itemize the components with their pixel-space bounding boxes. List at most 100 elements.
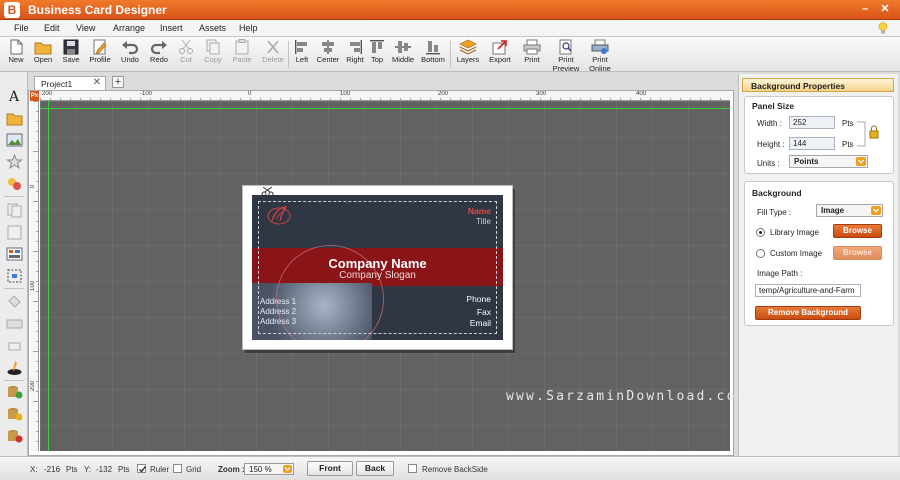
delete-button[interactable]: Delete [258,39,288,71]
scissors-icon [179,39,193,54]
remove-background-button[interactable]: Remove Background [755,306,861,320]
svg-text:A: A [8,89,20,104]
menu-file[interactable]: File [14,23,29,33]
grid-checkbox[interactable] [173,464,182,473]
front-side-button[interactable]: Front [307,461,353,476]
tab-project1[interactable]: Project1 ✕ [34,76,106,90]
card-company-name[interactable]: Company Name [252,256,503,271]
horizontal-ruler: 200 -100 0 100 200 300 400 [40,91,730,101]
ruler-label: 0 [248,91,252,97]
card-fax-text[interactable]: Fax [477,307,491,317]
print-online-button[interactable]: Print Online [585,39,615,73]
add-tab-button[interactable]: + [112,76,124,88]
align-middle-icon [395,41,411,53]
fill-bucket-icon[interactable] [6,294,23,310]
width-unit-label: Pts [842,119,854,128]
width-input[interactable]: 252 [789,116,835,129]
align-middle-button[interactable]: Middle [388,39,418,71]
units-select[interactable]: Points [789,155,868,168]
lightbulb-icon[interactable] [878,22,888,35]
paste-clipboard-icon [235,39,249,55]
card-address-line-2[interactable]: Address 2 [260,307,296,316]
star-shape-icon[interactable] [6,154,23,170]
custom-image-radio[interactable] [756,249,765,258]
grid-label: Grid [186,465,202,474]
panel-header: Background Properties [742,78,894,92]
close-tab-icon[interactable]: ✕ [93,77,101,88]
print-button[interactable]: Print [517,39,547,71]
card-phone-text[interactable]: Phone [466,294,491,304]
line-tool-icon[interactable] [6,316,23,332]
ruler-unit-corner[interactable]: Px [30,91,39,101]
close-window-button[interactable]: ✕ [878,2,892,16]
menu-arrange[interactable]: Arrange [113,23,145,33]
horizontal-guide-line[interactable] [40,108,730,109]
ruler-label: 400 [636,91,647,97]
card-company-slogan[interactable]: Company Slogan [252,270,503,281]
menu-help[interactable]: Help [239,23,258,33]
height-input[interactable]: 144 [789,137,835,150]
text-tool-icon[interactable]: A [6,88,23,104]
card-email-text[interactable]: Email [470,318,491,328]
back-side-button[interactable]: Back [356,461,394,476]
fill-type-select[interactable]: Image [816,204,883,217]
undo-button[interactable]: Undo [115,39,145,71]
layers-button[interactable]: Layers [453,39,483,71]
custom-browse-button[interactable]: Browse [833,246,882,260]
y-coord-value: -132 [96,465,113,474]
align-bottom-button[interactable]: Bottom [418,39,448,71]
watermark-text: www.SarzaminDownload.com [506,389,747,404]
open-button[interactable]: Open [28,39,58,71]
barcode-tool-icon[interactable] [6,246,23,262]
menu-bar: File Edit View Arrange Insert Assets Hel… [0,20,900,37]
paste-button[interactable]: Paste [227,39,257,71]
copy-button[interactable]: Copy [198,39,228,71]
open-image-icon[interactable] [6,110,23,126]
export-button[interactable]: Export [485,39,515,71]
card-title-text[interactable]: Title [476,217,491,226]
left-tool-strip: A [0,72,28,456]
card-name-text[interactable]: Name [468,206,491,216]
menu-edit[interactable]: Edit [44,23,60,33]
profile-button[interactable]: Profile [85,39,115,71]
card-logo-icon[interactable] [264,203,294,227]
menu-view[interactable]: View [76,23,95,33]
align-center-icon [322,40,334,54]
image-path-input[interactable]: temp/Agriculture-and-Farm [755,284,861,297]
library-browse-button[interactable]: Browse [833,224,882,238]
clipart-icon[interactable] [6,176,23,192]
copy-style-icon[interactable] [6,202,23,218]
print-preview-button[interactable]: Print Preview [551,39,581,73]
vertical-guide-line[interactable] [48,101,49,451]
ruler-label: 100 [30,281,36,292]
redo-button[interactable]: Redo [144,39,174,71]
aspect-lock-icon[interactable] [857,121,879,147]
add-database-icon[interactable] [6,384,23,400]
card-address-line-1[interactable]: Address 1 [260,297,296,306]
crop-select-icon[interactable] [6,268,23,284]
minimize-button[interactable]: – [858,2,872,16]
ruler-label: Ruler [150,465,170,474]
ruler-label: 300 [536,91,547,97]
card-address-line-3[interactable]: Address 3 [260,317,296,326]
save-button[interactable]: Save [56,39,86,71]
eraser-icon[interactable] [6,338,23,354]
edit-database-icon[interactable] [6,406,23,422]
business-card[interactable]: Name Title Company Name Company Slogan P… [252,195,503,340]
align-center-button[interactable]: Center [313,39,343,71]
section-title: Panel Size [752,101,795,111]
zoom-select[interactable]: 150 % [244,463,294,475]
ruler-checkbox[interactable] [137,464,147,473]
new-button[interactable]: New [1,39,31,71]
image-tool-icon[interactable] [6,132,23,148]
remove-database-icon[interactable] [6,428,23,444]
menu-assets[interactable]: Assets [199,23,226,33]
remove-backside-checkbox[interactable] [408,464,417,473]
export-arrow-icon [492,40,507,55]
library-image-radio[interactable] [756,228,765,237]
paint-brush-icon[interactable] [6,360,23,376]
paste-style-icon[interactable] [6,224,23,240]
document-tab-strip: Project1 ✕ + [28,74,734,90]
menu-insert[interactable]: Insert [160,23,183,33]
cut-button[interactable]: Cut [171,39,201,71]
